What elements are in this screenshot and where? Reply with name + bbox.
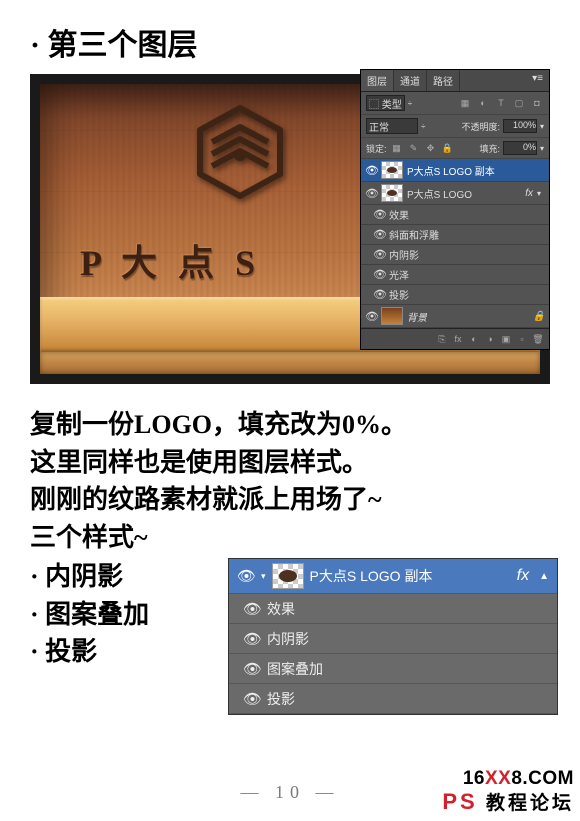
layer-item[interactable]: 👁 P大点S LOGO 副本	[361, 159, 549, 182]
chevron-down-icon: ÷	[408, 99, 412, 108]
effect-item[interactable]: 👁斜面和浮雕	[361, 225, 549, 245]
layers-panel-2: 👁 ▾ P大点S LOGO 副本 fx ▲ 👁 效果 👁内阴影 👁图案叠加 👁投…	[228, 558, 558, 715]
filter-adjust-icon[interactable]: ◐	[476, 96, 490, 110]
visibility-icon[interactable]: 👁	[243, 600, 261, 618]
mask-icon[interactable]: ◐	[468, 332, 480, 346]
fx-badge[interactable]: fx	[525, 188, 533, 199]
adjustment-icon[interactable]: ◑	[484, 332, 496, 346]
visibility-icon[interactable]: 👁	[365, 310, 377, 323]
opacity-label: 不透明度:	[461, 120, 500, 133]
effect-item[interactable]: 👁投影	[361, 285, 549, 305]
lock-transparent-icon[interactable]: ▦	[390, 141, 404, 155]
logo-mark	[170, 102, 310, 207]
effect-item[interactable]: 👁内阴影	[361, 245, 549, 265]
layer-name: 背景	[407, 309, 427, 324]
chevron-down-icon[interactable]: ▾	[540, 144, 544, 153]
visibility-icon[interactable]: 👁	[243, 660, 261, 678]
collapse-icon[interactable]: ▲	[535, 571, 549, 582]
filter-kind[interactable]: ⬚ 类型	[366, 95, 405, 111]
tab-paths[interactable]: 路径	[427, 70, 460, 91]
chevron-down-icon: ÷	[421, 122, 425, 131]
effect-item[interactable]: 👁内阴影	[229, 624, 557, 654]
effect-item[interactable]: 👁光泽	[361, 265, 549, 285]
blend-mode-select[interactable]: 正常	[366, 118, 418, 134]
body-text: 复制一份LOGO，填充改为0%。 这里同样也是使用图层样式。 刚刚的纹路素材就派…	[30, 406, 555, 557]
lock-label: 锁定:	[366, 142, 387, 155]
layer-item[interactable]: 👁 ▾ P大点S LOGO 副本 fx ▲	[229, 559, 557, 594]
folder-icon[interactable]: ▣	[500, 332, 512, 346]
visibility-icon[interactable]: 👁	[243, 630, 261, 648]
lock-all-icon[interactable]: 🔒	[441, 141, 455, 155]
filter-pixel-icon[interactable]: ▦	[458, 96, 472, 110]
layer-name: P大点S LOGO 副本	[407, 163, 495, 178]
visibility-icon[interactable]: 👁	[373, 248, 385, 261]
layer-item-background[interactable]: 👁 背景 🔒	[361, 305, 549, 328]
section-title: · 第三个图层	[30, 20, 555, 64]
layer-thumb	[381, 307, 403, 325]
new-layer-icon[interactable]: ▫	[516, 332, 528, 346]
effect-item[interactable]: 👁投影	[229, 684, 557, 714]
visibility-icon[interactable]: 👁	[373, 288, 385, 301]
layers-panel-1: 图层 通道 路径 ▾≡ ⬚ 类型 ÷ ▦ ◐ T ▢ ◘ 正常 ÷ 不透明度:	[360, 69, 550, 350]
layer-thumb	[272, 563, 304, 589]
visibility-icon[interactable]: 👁	[243, 690, 261, 708]
layer-name: P大点S LOGO	[407, 186, 472, 201]
visibility-icon[interactable]: 👁	[373, 228, 385, 241]
mockup-frame: P 大 点 S 图层 通道 路径 ▾≡ ⬚ 类型 ÷ ▦ ◐ T ▢ ◘	[30, 74, 550, 384]
visibility-icon[interactable]: 👁	[373, 208, 385, 221]
lock-paint-icon[interactable]: ✎	[407, 141, 421, 155]
tab-layers[interactable]: 图层	[361, 70, 394, 91]
visibility-icon[interactable]: 👁	[365, 164, 377, 177]
filter-smart-icon[interactable]: ◘	[530, 96, 544, 110]
fill-input[interactable]: 0%	[503, 141, 537, 155]
fx-badge[interactable]: fx	[517, 567, 529, 585]
effects-heading[interactable]: 👁 效果	[229, 594, 557, 624]
panel-menu-icon[interactable]: ▾≡	[526, 70, 549, 91]
styles-list: · 内阴影 · 图案叠加 · 投影	[30, 558, 149, 671]
tab-channels[interactable]: 通道	[394, 70, 427, 91]
layer-thumb	[381, 184, 403, 202]
watermark: 16XX8.COM PS 教程论坛	[442, 769, 574, 815]
fill-label: 填充:	[479, 142, 500, 155]
filter-type-icon[interactable]: T	[494, 96, 508, 110]
lock-icon: 🔒	[533, 311, 545, 322]
visibility-icon[interactable]: 👁	[237, 567, 255, 585]
effect-item[interactable]: 👁图案叠加	[229, 654, 557, 684]
shelf-front	[40, 352, 540, 374]
collapse-icon[interactable]: ▾	[537, 189, 545, 198]
effects-heading[interactable]: 👁 效果	[361, 205, 549, 225]
lock-position-icon[interactable]: ✥	[424, 141, 438, 155]
link-icon[interactable]: ⎘	[436, 332, 448, 346]
layer-name: P大点S LOGO 副本	[310, 566, 433, 586]
fx-icon[interactable]: fx	[452, 332, 464, 346]
chevron-down-icon[interactable]: ▾	[261, 571, 266, 582]
trash-icon[interactable]: 🗑	[532, 332, 544, 346]
visibility-icon[interactable]: 👁	[373, 268, 385, 281]
filter-shape-icon[interactable]: ▢	[512, 96, 526, 110]
layer-item[interactable]: 👁 P大点S LOGO fx ▾	[361, 182, 549, 205]
layer-thumb	[381, 161, 403, 179]
visibility-icon[interactable]: 👁	[365, 187, 377, 200]
opacity-input[interactable]: 100%	[503, 119, 537, 133]
chevron-down-icon[interactable]: ▾	[540, 122, 544, 131]
logo-text: P 大 点 S	[80, 234, 261, 286]
